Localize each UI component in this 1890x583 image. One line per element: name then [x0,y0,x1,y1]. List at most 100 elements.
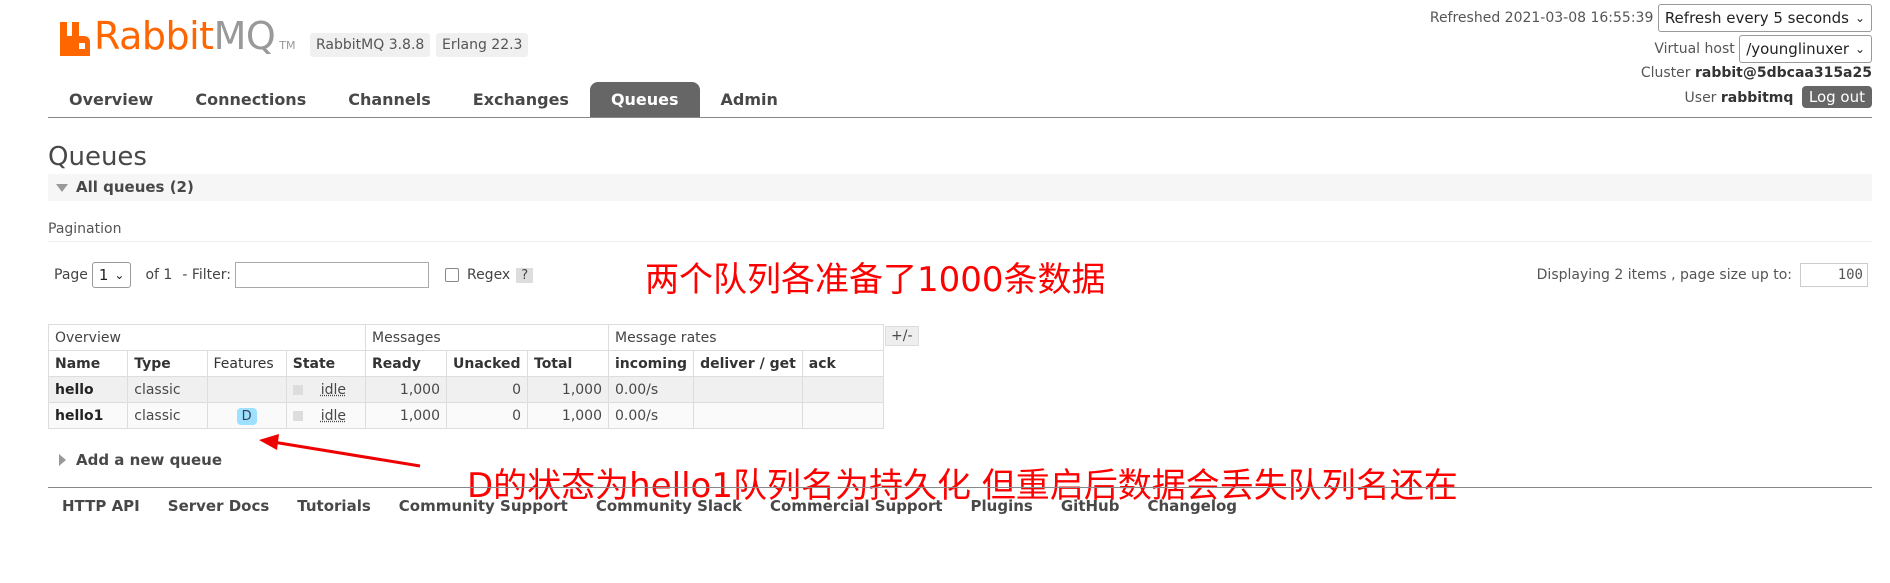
logout-button[interactable]: Log out [1801,86,1872,108]
expand-triangle-icon[interactable] [59,454,66,466]
page-title: Queues [48,142,147,172]
refresh-interval-select[interactable]: Refresh every 5 seconds ⌄ [1657,4,1872,32]
queues-table: Overview Messages Message rates Name Typ… [47,324,884,429]
chevron-down-icon: ⌄ [1854,11,1865,25]
user-name: rabbitmq [1720,90,1794,106]
annotation-top: 两个队列各准备了1000条数据 [645,260,1106,300]
footer-link-commercial-support[interactable]: Commercial Support [756,497,957,515]
queue-name-link[interactable]: hello1 [47,402,129,429]
queue-ready: 1,000 [365,376,447,403]
queue-state: idle [285,402,367,429]
cluster-label: Cluster [1640,65,1691,81]
rabbitmq-logo-icon [60,22,90,56]
cluster-row: Cluster rabbit@5dbcaa315a25 [1641,65,1872,81]
table-row[interactable]: hello1 classic D idle 1,000 0 1,000 0.00… [47,402,884,429]
vhost-select[interactable]: /younglinuxer ⌄ [1739,35,1872,63]
col-total[interactable]: Total [527,350,609,377]
tab-channels[interactable]: Channels [327,82,452,117]
refreshed-timestamp: Refreshed 2021-03-08 16:55:39 [1429,10,1654,26]
tab-divider [48,117,1872,118]
vhost-row: Virtual host /younglinuxer ⌄ [1654,35,1872,63]
vhost-value: /younglinuxer [1746,40,1849,58]
footer-divider [48,487,1872,488]
queue-name-link[interactable]: hello [47,376,129,403]
queue-features: D [206,402,287,429]
erlang-version-badge: Erlang 22.3 [436,33,529,57]
footer-link-community-slack[interactable]: Community Slack [582,497,756,515]
col-ready[interactable]: Ready [365,350,447,377]
page-select[interactable]: 1 ⌄ [91,262,132,288]
tab-exchanges[interactable]: Exchanges [452,82,590,117]
queue-features [206,376,287,403]
refresh-row: Refreshed 2021-03-08 16:55:39 Refresh ev… [1430,4,1872,32]
state-label: idle [320,381,347,398]
footer-links: HTTP API Server Docs Tutorials Community… [48,497,1251,515]
filter-label: - Filter: [182,267,231,283]
page-select-value: 1 [98,266,109,284]
queue-deliver-rate [693,402,803,429]
queue-total: 1,000 [527,402,609,429]
main-nav-tabs: Overview Connections Channels Exchanges … [48,82,799,117]
footer-link-plugins[interactable]: Plugins [957,497,1047,515]
col-features: Features [206,350,287,377]
pagination-label: Pagination [48,221,122,237]
regex-help-button[interactable]: ? [516,267,534,283]
queue-incoming-rate: 0.00/s [607,402,695,429]
state-indicator-icon [292,410,303,421]
col-type[interactable]: Type [127,350,208,377]
queue-state: idle [285,376,367,403]
display-summary: Displaying 2 items , page size up to: 10… [1537,263,1868,287]
tab-admin[interactable]: Admin [700,82,799,117]
displaying-label: Displaying 2 items , page size up to: [1536,267,1792,283]
page-label: Page [54,267,88,283]
filter-input[interactable] [234,262,429,288]
durable-feature-badge[interactable]: D [236,407,257,425]
logo-text-rabbit: Rabbit [94,14,214,58]
pagination-controls: Page 1 ⌄ of 1 - Filter: Regex ? [54,262,534,288]
col-ack[interactable]: ack [801,350,884,377]
tab-overview[interactable]: Overview [48,82,174,117]
footer-link-tutorials[interactable]: Tutorials [283,497,384,515]
col-unacked[interactable]: Unacked [446,350,528,377]
pagination-divider [48,241,1872,242]
footer-link-github[interactable]: GitHub [1047,497,1134,515]
queue-deliver-rate [693,376,803,403]
queue-ack-rate [801,402,884,429]
chevron-down-icon: ⌄ [114,268,125,282]
col-name[interactable]: Name [47,350,129,377]
annotation-arrow-icon [259,434,421,468]
col-incoming[interactable]: incoming [607,350,695,377]
user-row: User rabbitmq Log out [1684,86,1872,108]
add-queue-toggle[interactable]: Add a new queue [76,451,222,469]
footer-link-server-docs[interactable]: Server Docs [154,497,284,515]
col-deliver-get[interactable]: deliver / get [693,350,803,377]
state-label: idle [320,407,347,424]
all-queues-section-header[interactable] [48,174,1872,201]
regex-checkbox[interactable] [444,268,459,282]
all-queues-title[interactable]: All queues (2) [76,178,194,196]
group-overview: Overview [48,324,366,351]
chevron-down-icon: ⌄ [1854,42,1865,56]
col-state[interactable]: State [285,350,367,377]
rabbitmq-logo[interactable]: Rabbit MQ TM [60,12,295,56]
page-size-input[interactable]: 100 [1800,263,1868,287]
logo-text-mq: MQ [213,14,276,58]
queue-total: 1,000 [527,376,609,403]
tab-connections[interactable]: Connections [174,82,327,117]
queue-unacked: 0 [446,376,528,403]
footer-link-http-api[interactable]: HTTP API [48,497,154,515]
tab-queues[interactable]: Queues [589,82,700,117]
page-of-label: of 1 [145,267,173,283]
footer-link-changelog[interactable]: Changelog [1133,497,1251,515]
group-message-rates: Message rates [608,324,884,351]
group-messages: Messages [365,324,609,351]
footer-link-community-support[interactable]: Community Support [385,497,582,515]
table-row[interactable]: hello classic idle 1,000 0 1,000 0.00/s [47,376,884,403]
user-label: User [1684,90,1717,106]
state-indicator-icon [292,384,303,395]
queue-incoming-rate: 0.00/s [607,376,695,403]
column-toggle-button[interactable]: +/- [885,326,919,346]
queue-type: classic [127,376,208,403]
cluster-name: rabbit@5dbcaa315a25 [1694,65,1872,81]
collapse-triangle-icon[interactable] [56,184,68,192]
